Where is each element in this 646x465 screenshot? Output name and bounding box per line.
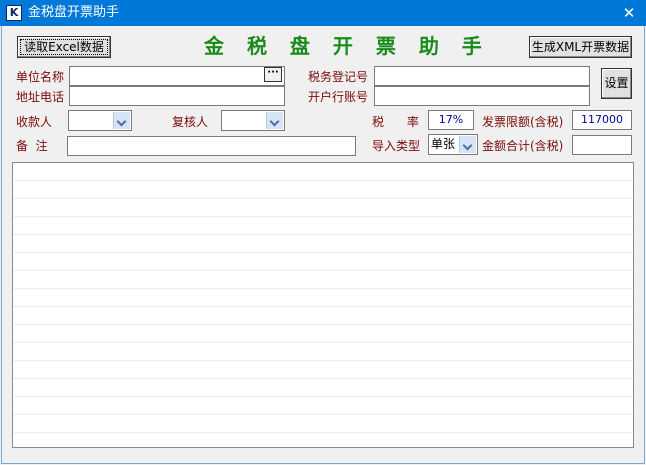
tax-reg-label: 税务登记号: [308, 70, 369, 84]
tax-rate-field[interactable]: 17%: [428, 110, 474, 130]
invoice-data-grid[interactable]: [12, 162, 634, 448]
app-icon: K: [6, 5, 22, 21]
chevron-down-icon[interactable]: [266, 112, 283, 129]
company-name-label: 单位名称: [16, 70, 65, 84]
import-type-select[interactable]: 单张: [428, 134, 478, 155]
chevron-down-icon[interactable]: [113, 112, 130, 129]
address-phone-field[interactable]: [69, 86, 285, 106]
bank-account-label: 开户行账号: [308, 90, 369, 104]
total-amount-label: 金额合计(含税): [482, 139, 564, 153]
tax-rate-label: 税 率: [372, 115, 419, 129]
payee-select[interactable]: [68, 110, 132, 131]
close-icon[interactable]: ✕: [612, 0, 646, 26]
import-type-label: 导入类型: [372, 139, 421, 153]
main-panel: 读取Excel数据 金 税 盘 开 票 助 手 生成XML开票数据 单位名称 ·…: [1, 26, 645, 464]
notes-field[interactable]: [67, 136, 356, 156]
payee-label: 收款人: [16, 115, 53, 129]
title-bar: K 金税盘开票助手 ✕: [0, 0, 646, 26]
settings-button[interactable]: 设置: [601, 68, 632, 99]
import-type-value: 单张: [431, 137, 456, 151]
reviewer-label: 复核人: [172, 115, 209, 129]
generate-xml-button[interactable]: 生成XML开票数据: [529, 36, 632, 58]
bank-account-field[interactable]: [374, 86, 590, 106]
notes-label: 备 注: [16, 139, 48, 153]
read-excel-button[interactable]: 读取Excel数据: [17, 36, 111, 58]
invoice-limit-label: 发票限额(含税): [482, 115, 564, 129]
chevron-down-icon[interactable]: [459, 136, 476, 153]
company-name-field[interactable]: [69, 66, 285, 86]
invoice-limit-field[interactable]: 117000: [572, 110, 632, 130]
window-title: 金税盘开票助手: [28, 5, 120, 20]
total-amount-field[interactable]: [572, 135, 632, 155]
reviewer-select[interactable]: [221, 110, 285, 131]
tax-reg-field[interactable]: [374, 66, 590, 86]
browse-button[interactable]: ···: [264, 67, 282, 82]
app-heading: 金 税 盘 开 票 助 手: [204, 34, 490, 58]
address-phone-label: 地址电话: [16, 90, 65, 104]
